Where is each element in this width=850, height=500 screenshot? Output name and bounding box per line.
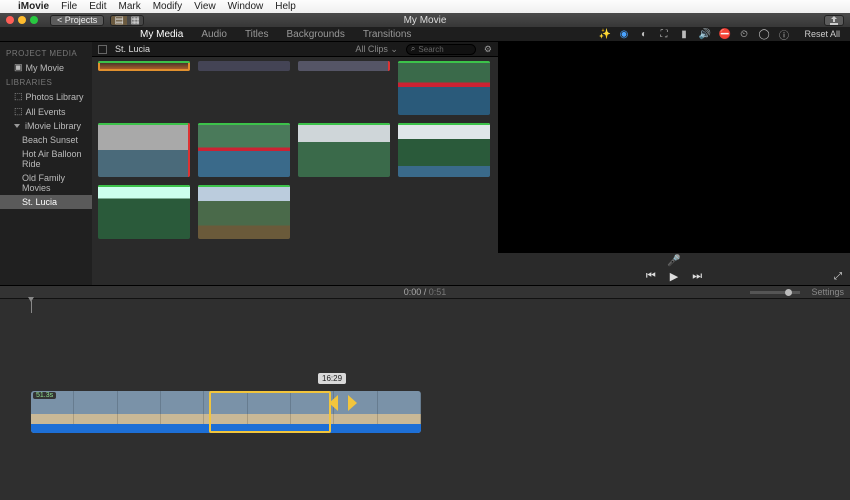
menu-file[interactable]: File — [61, 1, 77, 12]
inspector-toolbar: ✨ ◉ ◐ ⛶ ▮ 🔊 ⛔ ⏲ ◯ ⓘ Reset All — [598, 27, 850, 42]
macos-menubar: iMovie File Edit Mark Modify View Window… — [0, 0, 850, 13]
trim-tooltip: 16:29 — [318, 373, 346, 384]
window-controls — [0, 16, 38, 24]
trim-handle-right-icon[interactable] — [348, 395, 357, 411]
maximize-window-icon[interactable] — [30, 16, 38, 24]
tab-my-media[interactable]: My Media — [140, 29, 183, 40]
sidebar-project-my-movie[interactable]: ▣ My Movie — [0, 60, 92, 75]
clip-audio-waveform[interactable] — [31, 424, 421, 433]
view-mode-toggle[interactable]: ▤ ▦ — [110, 15, 144, 26]
timeline-clip[interactable]: 51.3s — [31, 391, 421, 433]
browser-settings-icon[interactable]: ⚙ — [484, 44, 492, 55]
crop-icon[interactable]: ⛶ — [658, 29, 669, 40]
tab-titles[interactable]: Titles — [245, 29, 269, 40]
enhance-icon[interactable]: ✨ — [598, 29, 609, 40]
timeline-settings-button[interactable]: Settings — [811, 287, 844, 297]
sidebar-event-beach-sunset[interactable]: Beach Sunset — [0, 133, 92, 147]
back-to-projects-button[interactable]: < Projects — [50, 15, 104, 26]
tab-backgrounds[interactable]: Backgrounds — [286, 29, 344, 40]
noise-reduction-icon[interactable]: ⛔ — [718, 29, 729, 40]
playback-controls: ⏮ ▶ ⏭ ⤢ — [498, 267, 850, 285]
zoom-knob[interactable] — [785, 289, 792, 296]
sidebar-event-balloon[interactable]: Hot Air Balloon Ride — [0, 147, 92, 171]
minimize-window-icon[interactable] — [18, 16, 26, 24]
clip-browser: St. Lucia All Clips ⌄ ⌕ Search ⚙ — [92, 42, 498, 285]
viewer-panel: 🎤 ⏮ ▶ ⏭ ⤢ — [498, 42, 850, 285]
clip-thumbnail[interactable] — [298, 123, 390, 177]
clip-thumbnail[interactable] — [398, 61, 490, 115]
library-view-icon[interactable]: ▤ — [111, 16, 127, 25]
sidebar-imovie-library[interactable]: iMovie Library — [0, 119, 92, 133]
clip-filter-icon[interactable]: ◯ — [758, 29, 769, 40]
sidebar-event-st-lucia[interactable]: St. Lucia — [0, 195, 92, 209]
project-title: My Movie — [404, 15, 447, 26]
fullscreen-icon[interactable]: ⤢ — [834, 271, 842, 282]
voiceover-icon[interactable]: 🎤 — [667, 254, 681, 267]
next-frame-button[interactable]: ⏭ — [692, 270, 702, 283]
menu-edit[interactable]: Edit — [89, 1, 106, 12]
stabilization-icon[interactable]: ▮ — [678, 29, 689, 40]
color-correction-icon[interactable]: ◐ — [638, 29, 649, 40]
clip-thumbnail[interactable] — [98, 185, 190, 239]
playhead-time: 0:00 / 0:51 — [404, 287, 447, 297]
color-balance-icon[interactable]: ◉ — [618, 29, 629, 40]
timeline-zoom-slider[interactable] — [750, 291, 800, 294]
preview-viewer[interactable] — [498, 42, 850, 253]
disclosure-icon[interactable] — [14, 124, 20, 128]
sidebar-photos-library[interactable]: ⬚ Photos Library — [0, 89, 92, 104]
menu-help[interactable]: Help — [275, 1, 296, 12]
clip-thumbnails — [92, 57, 498, 285]
clip-thumbnail[interactable] — [298, 61, 390, 71]
speed-icon[interactable]: ⏲ — [738, 29, 749, 40]
trim-handle-left-icon[interactable] — [329, 395, 338, 411]
favorites-checkbox[interactable] — [98, 45, 107, 54]
clip-thumbnail[interactable] — [398, 123, 490, 177]
timeline[interactable]: 16:29 51.3s — [0, 299, 850, 500]
menu-modify[interactable]: Modify — [153, 1, 182, 12]
sidebar-all-events[interactable]: ⬚ All Events — [0, 104, 92, 119]
clip-thumbnail[interactable] — [198, 123, 290, 177]
sidebar-event-old-movies[interactable]: Old Family Movies — [0, 171, 92, 195]
clip-thumbnail[interactable] — [198, 185, 290, 239]
menu-window[interactable]: Window — [228, 1, 264, 12]
close-window-icon[interactable] — [6, 16, 14, 24]
window-titlebar: < Projects ▤ ▦ My Movie — [0, 13, 850, 27]
clip-thumbnail[interactable] — [198, 61, 290, 71]
clip-filter-dropdown[interactable]: All Clips ⌄ — [355, 44, 398, 55]
clip-thumbnail[interactable] — [98, 123, 190, 177]
library-sidebar: Project Media ▣ My Movie Libraries ⬚ Pho… — [0, 42, 92, 285]
theater-view-icon[interactable]: ▦ — [127, 16, 143, 25]
menu-mark[interactable]: Mark — [118, 1, 140, 12]
clip-duration-badge: 51.3s — [33, 392, 56, 399]
search-input[interactable]: ⌕ Search — [406, 44, 476, 55]
timeline-infobar: 0:00 / 0:51 Settings — [0, 285, 850, 299]
browser-header: St. Lucia All Clips ⌄ ⌕ Search ⚙ — [92, 42, 498, 57]
info-icon[interactable]: ⓘ — [778, 27, 789, 42]
share-button[interactable] — [824, 15, 844, 26]
play-button[interactable]: ▶ — [670, 270, 678, 283]
prev-frame-button[interactable]: ⏮ — [646, 270, 656, 283]
reset-all-button[interactable]: Reset All — [804, 29, 840, 39]
media-tabs-row: My Media Audio Titles Backgrounds Transi… — [0, 27, 850, 42]
sidebar-header-libraries: Libraries — [0, 75, 92, 89]
clip-thumbnail[interactable] — [98, 61, 190, 71]
tab-transitions[interactable]: Transitions — [363, 29, 412, 40]
volume-icon[interactable]: 🔊 — [698, 29, 709, 40]
menu-imovie[interactable]: iMovie — [18, 1, 49, 12]
menu-view[interactable]: View — [194, 1, 216, 12]
playhead-icon[interactable] — [31, 301, 32, 313]
tab-audio[interactable]: Audio — [201, 29, 227, 40]
browser-breadcrumb: St. Lucia — [115, 44, 150, 54]
sidebar-header-project: Project Media — [0, 46, 92, 60]
